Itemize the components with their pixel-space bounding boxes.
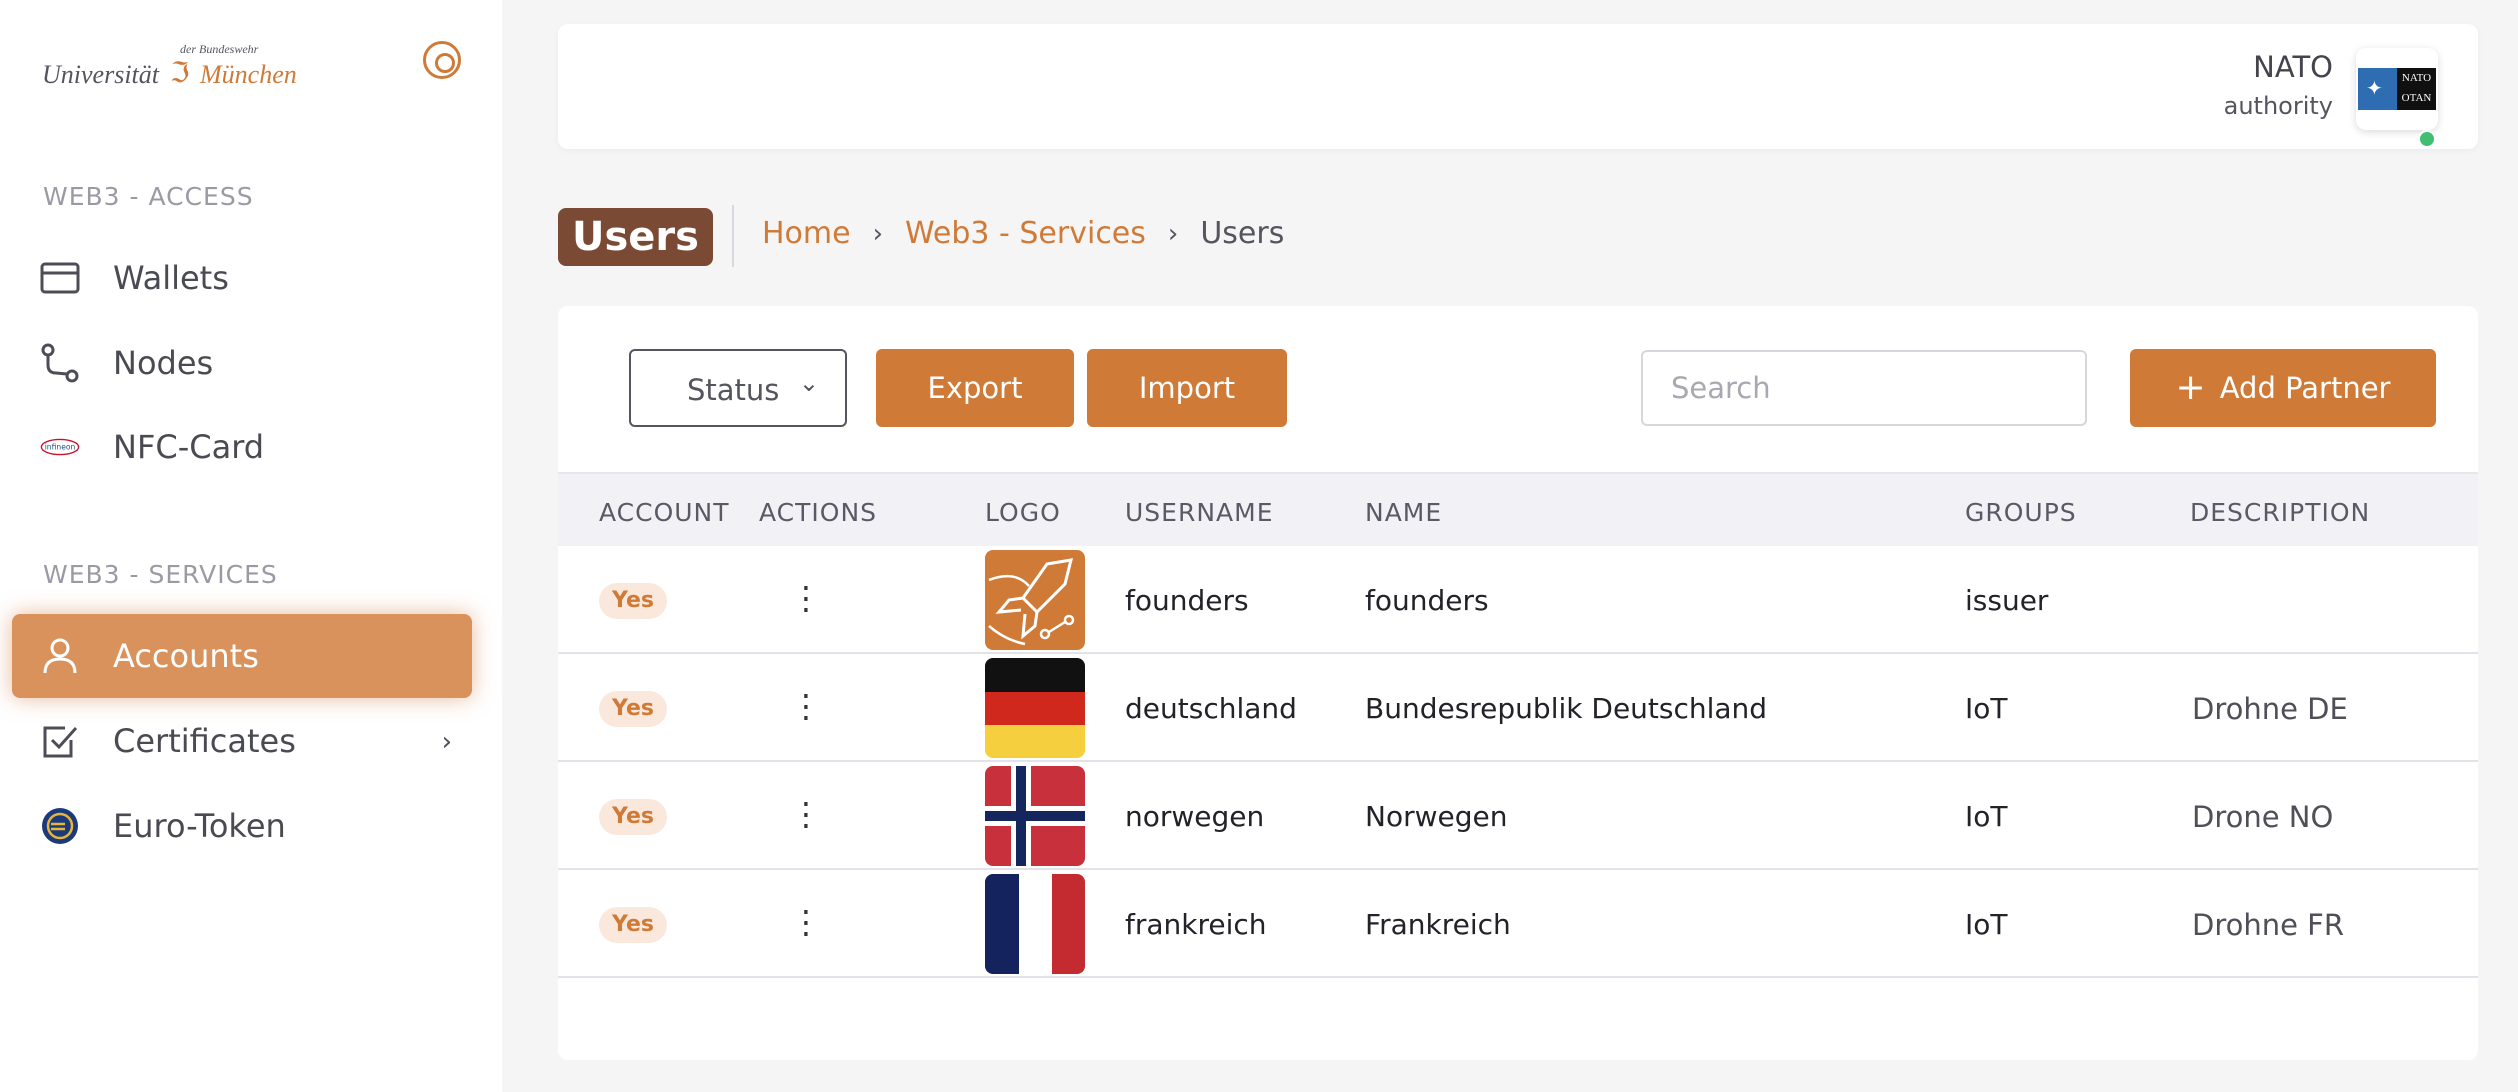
breadcrumb-home[interactable]: Home: [762, 216, 851, 251]
users-table-card: Status ⌄ Export Import + Add Partner ACC…: [558, 306, 2478, 1060]
more-actions-icon[interactable]: ⋮: [790, 900, 822, 944]
user-name: NATO: [2253, 50, 2333, 84]
description-cell: Drohne DE: [2192, 692, 2348, 726]
crest-icon: ℑ: [170, 56, 190, 89]
norway-flag-icon: [985, 766, 1085, 866]
sidebar-item-label: Certificates: [113, 722, 296, 760]
compass-star-icon: ✦: [2366, 76, 2383, 100]
avatar[interactable]: ✦ NATO OTAN: [2356, 48, 2438, 130]
import-button-label: Import: [1138, 371, 1236, 405]
groups-cell: issuer: [1965, 584, 2049, 617]
more-actions-icon[interactable]: ⋮: [790, 792, 822, 836]
name-cell: Frankreich: [1365, 908, 1511, 941]
plus-icon: +: [2175, 367, 2206, 408]
university-logo[interactable]: Universität der Bundeswehr ℑ München: [42, 42, 312, 92]
sidebar-item-accounts[interactable]: Accounts: [12, 614, 472, 698]
description-cell: Drohne FR: [2192, 908, 2345, 942]
table-row[interactable]: Yes ⋮ founders founders issuer: [558, 546, 2478, 654]
chevron-right-icon: ›: [441, 727, 452, 757]
online-status-dot: [2418, 130, 2436, 148]
account-status-badge: Yes: [599, 691, 667, 727]
france-flag-icon: [985, 874, 1085, 974]
groups-cell: IoT: [1965, 908, 2008, 941]
sidebar-item-label: Accounts: [113, 637, 259, 675]
name-cell: founders: [1365, 584, 1489, 617]
top-header: NATO authority ✦ NATO OTAN: [558, 24, 2478, 149]
name-cell: Norwegen: [1365, 800, 1508, 833]
status-filter-select[interactable]: Status ⌄: [629, 349, 847, 427]
username-cell: norwegen: [1125, 800, 1265, 833]
username-cell: deutschland: [1125, 692, 1297, 725]
account-status-badge: Yes: [599, 799, 667, 835]
chevron-right-icon: ›: [872, 218, 883, 249]
breadcrumb: Home › Web3 - Services › Users: [762, 216, 1284, 251]
description-cell: Drone NO: [2192, 800, 2334, 834]
sidebar-item-label: Euro-Token: [113, 807, 286, 845]
account-status-badge: Yes: [599, 907, 667, 943]
euro-coin-icon: [40, 806, 80, 846]
add-partner-button-label: Add Partner: [2219, 371, 2391, 405]
sidebar-item-label: Nodes: [113, 344, 214, 382]
section-title-web3-services: WEB3 - SERVICES: [43, 560, 278, 589]
username-cell: founders: [1125, 584, 1249, 617]
wallet-icon: [40, 258, 80, 298]
table-row[interactable]: Yes ⋮ deutschland Bundesrepublik Deutsch…: [558, 654, 2478, 762]
chevron-right-icon: ›: [1167, 218, 1179, 249]
breadcrumb-current: Users: [1200, 216, 1285, 251]
column-header-description[interactable]: DESCRIPTION: [2190, 498, 2370, 527]
sidebar-item-nfc-card[interactable]: infineon NFC-Card: [12, 405, 472, 489]
column-header-groups[interactable]: GROUPS: [1965, 498, 2077, 527]
logo-city-text: München: [200, 60, 297, 89]
sidebar-item-certificates[interactable]: Certificates ›: [12, 699, 472, 783]
search-input[interactable]: [1641, 350, 2087, 426]
name-cell: Bundesrepublik Deutschland: [1365, 692, 1768, 725]
groups-cell: IoT: [1965, 800, 2008, 833]
page-title: Users: [558, 208, 713, 266]
sidebar-item-nodes[interactable]: Nodes: [12, 321, 472, 405]
route-icon: [40, 343, 80, 383]
infineon-logo-text: infineon: [45, 443, 76, 452]
sidebar-item-euro-token[interactable]: Euro-Token: [12, 784, 472, 868]
table-row[interactable]: Yes ⋮ norwegen Norwegen IoT Drone NO: [558, 762, 2478, 870]
user-role: authority: [2223, 92, 2333, 120]
more-actions-icon[interactable]: ⋮: [790, 576, 822, 620]
export-button-label: Export: [927, 371, 1023, 405]
table-header: ACCOUNT ACTIONS LOGO USERNAME NAME GROUP…: [558, 472, 2478, 546]
avatar-text-nato: NATO: [2401, 72, 2432, 84]
account-status-badge: Yes: [599, 583, 667, 619]
groups-cell: IoT: [1965, 692, 2008, 725]
nato-otan-text: NATO OTAN: [2397, 68, 2436, 110]
avatar-text-otan: OTAN: [2401, 92, 2432, 104]
logo-university-text: Universität: [42, 60, 159, 89]
breadcrumb-web3-services[interactable]: Web3 - Services: [905, 216, 1146, 251]
more-actions-icon[interactable]: ⋮: [790, 684, 822, 728]
table-row[interactable]: Yes ⋮ frankreich Frankreich IoT Drohne F…: [558, 870, 2478, 978]
user-icon: [40, 636, 80, 676]
chevron-down-icon: ⌄: [798, 369, 819, 397]
import-button[interactable]: Import: [1087, 349, 1287, 427]
title-divider: [732, 205, 734, 267]
column-header-username[interactable]: USERNAME: [1125, 498, 1274, 527]
founders-logo-icon: [985, 550, 1085, 650]
logo-subtitle-text: der Bundeswehr: [180, 42, 259, 56]
sidebar-item-label: NFC-Card: [113, 428, 265, 466]
sidebar-item-label: Wallets: [113, 259, 229, 297]
add-partner-button[interactable]: + Add Partner: [2130, 349, 2436, 427]
column-header-account[interactable]: ACCOUNT: [599, 498, 730, 527]
column-header-logo: LOGO: [985, 498, 1061, 527]
status-filter-value: Status: [687, 373, 780, 407]
export-button[interactable]: Export: [876, 349, 1074, 427]
infineon-logo-icon: infineon: [40, 427, 80, 467]
column-header-actions: ACTIONS: [759, 498, 878, 527]
sidebar-toggle-button[interactable]: [423, 41, 461, 79]
germany-flag-icon: [985, 658, 1085, 758]
column-header-name[interactable]: NAME: [1365, 498, 1442, 527]
checkbox-icon: [40, 721, 80, 761]
username-cell: frankreich: [1125, 908, 1267, 941]
section-title-web3-access: WEB3 - ACCESS: [43, 182, 254, 211]
sidebar: Universität der Bundeswehr ℑ München WEB…: [0, 0, 502, 1092]
sidebar-item-wallets[interactable]: Wallets: [12, 236, 472, 320]
